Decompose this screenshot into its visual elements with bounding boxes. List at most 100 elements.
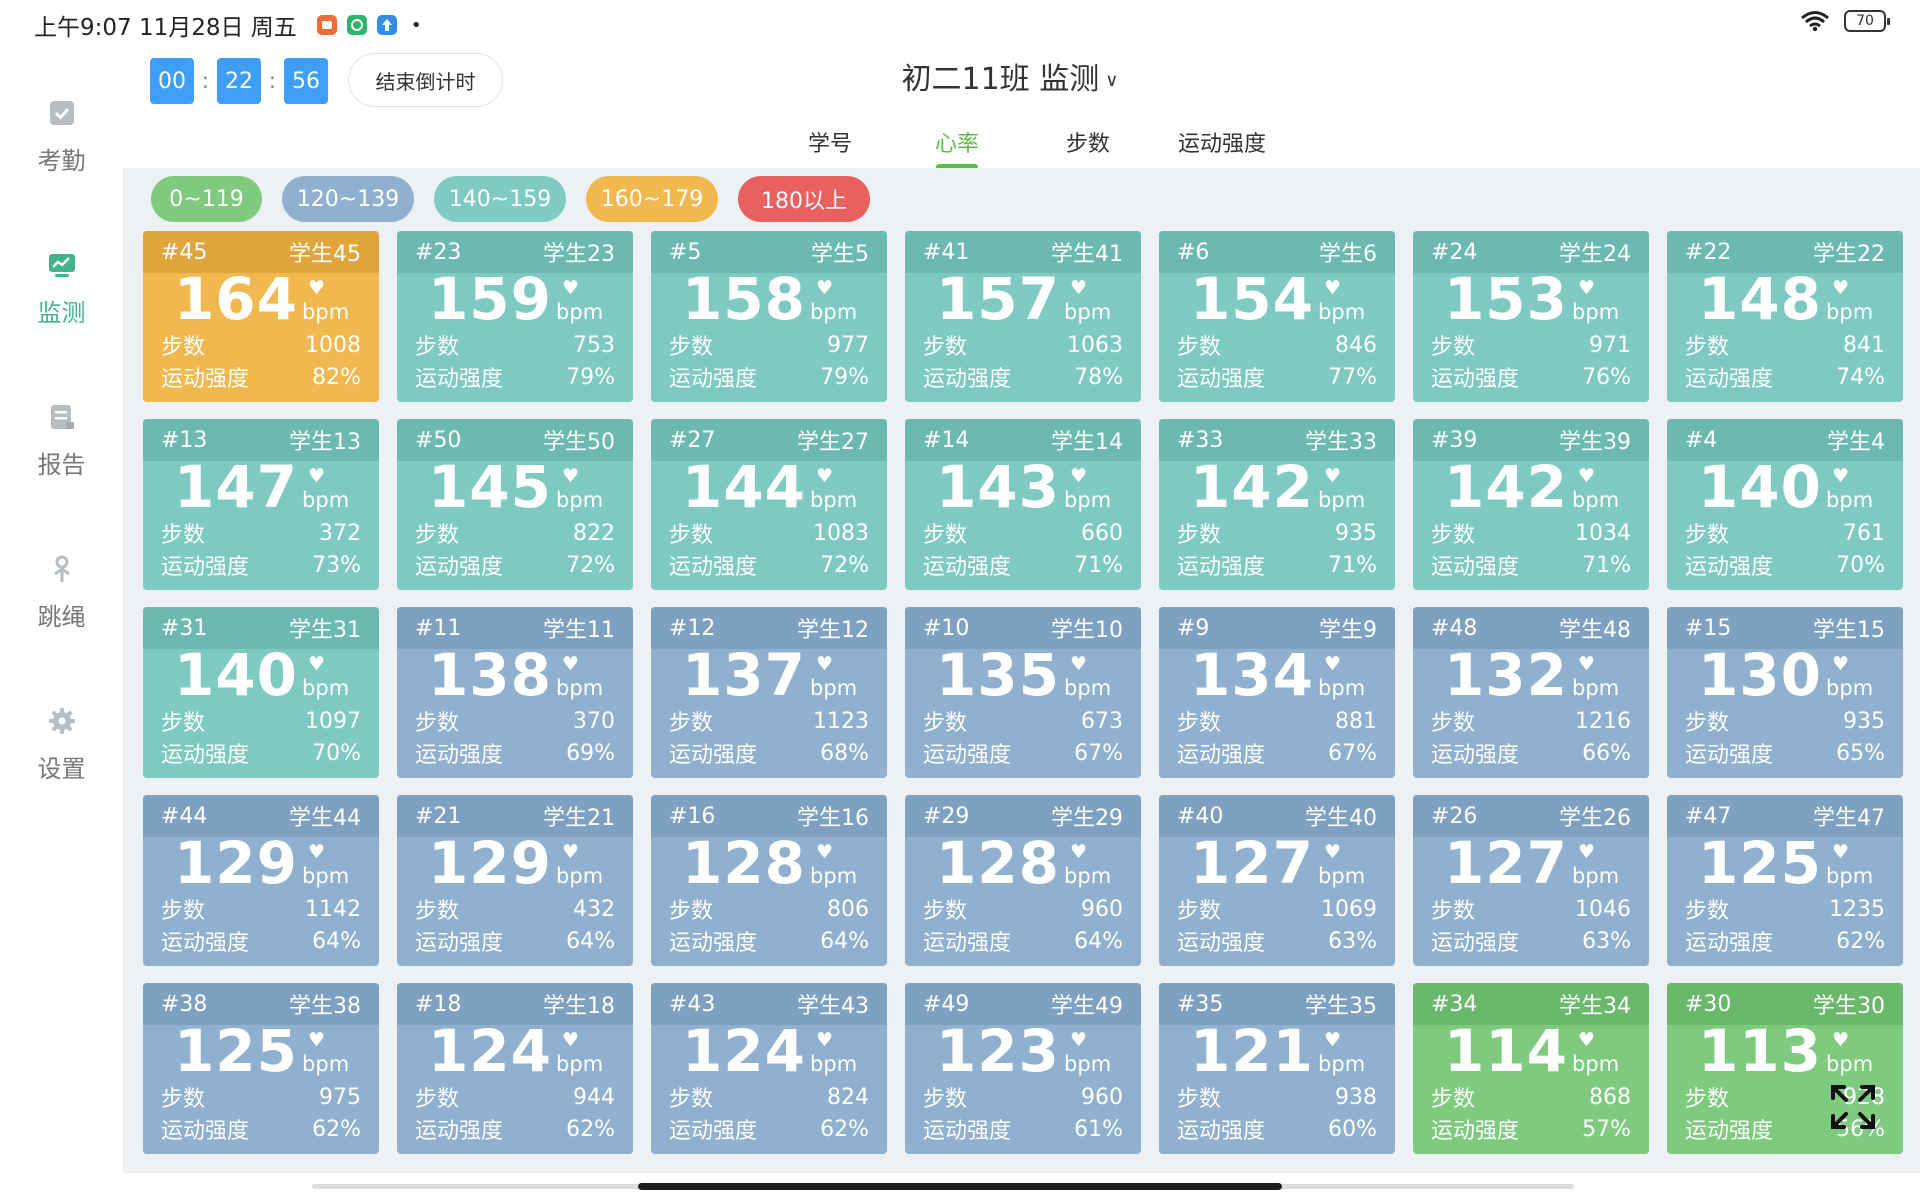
intensity-label: 运动强度	[1177, 931, 1266, 956]
student-card[interactable]: #22 学生22 148 ♥ bpm 步数 841 运动强度 74%	[1667, 231, 1903, 402]
steps-value: 881	[1335, 708, 1377, 734]
student-card[interactable]: #13 学生13 147 ♥ bpm 步数 372 运动强度 73%	[143, 419, 379, 590]
student-number: #35	[1177, 991, 1224, 1017]
student-card[interactable]: #48 学生48 132 ♥ bpm 步数 1216 运动强度 66%	[1413, 607, 1649, 778]
student-card[interactable]: #14 学生14 143 ♥ bpm 步数 660 运动强度 71%	[905, 419, 1141, 590]
student-name: 学生12	[797, 618, 869, 643]
student-card[interactable]: #12 学生12 137 ♥ bpm 步数 1123 运动强度 68%	[651, 607, 887, 778]
tab-intensity[interactable]: 运动强度	[1152, 126, 1292, 170]
heart-rate-unit: ♥ bpm	[556, 837, 603, 893]
student-card[interactable]: #43 学生43 124 ♥ bpm 步数 824 运动强度 62%	[651, 983, 887, 1154]
steps-label: 步数	[669, 899, 714, 924]
heart-rate-unit: ♥ bpm	[1572, 273, 1619, 329]
student-card[interactable]: #44 学生44 129 ♥ bpm 步数 1142 运动强度 64%	[143, 795, 379, 966]
heart-rate-display: 125 ♥ bpm	[1667, 833, 1903, 893]
student-card[interactable]: #34 学生34 114 ♥ bpm 步数 868 运动强度 57%	[1413, 983, 1649, 1154]
tab-steps[interactable]: 步数	[1024, 126, 1152, 170]
heart-rate-display: 144 ♥ bpm	[651, 457, 887, 517]
intensity-label: 运动强度	[415, 743, 504, 768]
heart-icon: ♥	[562, 841, 580, 863]
student-name: 学生31	[289, 618, 361, 643]
scroll-thumb[interactable]	[638, 1183, 1282, 1190]
student-card[interactable]: #6 学生6 154 ♥ bpm 步数 846 运动强度 77%	[1159, 231, 1395, 402]
student-card[interactable]: #10 学生10 135 ♥ bpm 步数 673 运动强度 67%	[905, 607, 1141, 778]
steps-row: 步数 824	[651, 1081, 887, 1113]
steps-row: 步数 1046	[1413, 893, 1649, 925]
steps-label: 步数	[1685, 711, 1730, 736]
sidebar-item-monitor[interactable]: 监测	[0, 212, 123, 364]
student-card[interactable]: #15 学生15 130 ♥ bpm 步数 935 运动强度 65%	[1667, 607, 1903, 778]
student-card[interactable]: #33 学生33 142 ♥ bpm 步数 935 运动强度 71%	[1159, 419, 1395, 590]
student-card[interactable]: #18 学生18 124 ♥ bpm 步数 944 运动强度 62%	[397, 983, 633, 1154]
student-card[interactable]: #45 学生45 164 ♥ bpm 步数 1008 运动强度 82%	[143, 231, 379, 402]
sidebar-item-settings[interactable]: 设置	[0, 668, 123, 820]
heart-rate-value: 129	[173, 829, 299, 897]
student-card[interactable]: #50 学生50 145 ♥ bpm 步数 822 运动强度 72%	[397, 419, 633, 590]
sort-tabs: 学号 心率 步数 运动强度	[770, 126, 1292, 170]
intensity-row: 运动强度 62%	[143, 1113, 379, 1145]
heart-rate-unit: ♥ bpm	[810, 1025, 857, 1081]
steps-row: 步数 846	[1159, 329, 1395, 361]
heart-icon: ♥	[1324, 653, 1342, 675]
student-card[interactable]: #49 学生49 123 ♥ bpm 步数 960 运动强度 61%	[905, 983, 1141, 1154]
bpm-label: bpm	[1318, 676, 1366, 700]
bpm-label: bpm	[810, 676, 858, 700]
heart-rate-unit: ♥ bpm	[1064, 273, 1111, 329]
student-card[interactable]: #9 学生9 134 ♥ bpm 步数 881 运动强度 67%	[1159, 607, 1395, 778]
heart-icon: ♥	[816, 1029, 834, 1051]
intensity-value: 74%	[1836, 364, 1885, 390]
student-card[interactable]: #27 学生27 144 ♥ bpm 步数 1083 运动强度 72%	[651, 419, 887, 590]
student-name: 学生6	[1319, 242, 1377, 267]
heart-rate-display: 132 ♥ bpm	[1413, 645, 1649, 705]
class-selector[interactable]: 初二11班 监测 ∨	[0, 54, 1920, 98]
student-name: 学生39	[1559, 430, 1631, 455]
student-name: 学生26	[1559, 806, 1631, 831]
intensity-value: 70%	[1836, 552, 1885, 578]
bpm-label: bpm	[1318, 1052, 1366, 1076]
fullscreen-icon[interactable]	[1828, 1082, 1878, 1132]
student-card[interactable]: #31 学生31 140 ♥ bpm 步数 1097 运动强度 70%	[143, 607, 379, 778]
heart-rate-value: 135	[935, 641, 1061, 709]
steps-label: 步数	[1685, 1087, 1730, 1112]
heart-icon: ♥	[1070, 653, 1088, 675]
student-card[interactable]: #16 学生16 128 ♥ bpm 步数 806 运动强度 64%	[651, 795, 887, 966]
steps-row: 步数 935	[1159, 517, 1395, 549]
student-card[interactable]: #11 学生11 138 ♥ bpm 步数 370 运动强度 69%	[397, 607, 633, 778]
heart-icon: ♥	[1070, 277, 1088, 299]
student-card[interactable]: #35 学生35 121 ♥ bpm 步数 938 运动强度 60%	[1159, 983, 1395, 1154]
student-card[interactable]: #21 学生21 129 ♥ bpm 步数 432 运动强度 64%	[397, 795, 633, 966]
student-card[interactable]: #47 学生47 125 ♥ bpm 步数 1235 运动强度 62%	[1667, 795, 1903, 966]
student-card[interactable]: #5 学生5 158 ♥ bpm 步数 977 运动强度 79%	[651, 231, 887, 402]
steps-value: 960	[1081, 1084, 1123, 1110]
steps-row: 步数 660	[905, 517, 1141, 549]
student-card[interactable]: #29 学生29 128 ♥ bpm 步数 960 运动强度 64%	[905, 795, 1141, 966]
intensity-value: 76%	[1582, 364, 1631, 390]
intensity-label: 运动强度	[1177, 555, 1266, 580]
tab-heart-rate[interactable]: 心率	[890, 126, 1024, 170]
tab-student-number[interactable]: 学号	[770, 126, 890, 170]
student-name: 学生22	[1813, 242, 1885, 267]
intensity-row: 运动强度 71%	[1413, 549, 1649, 581]
heart-rate-display: 142 ♥ bpm	[1159, 457, 1395, 517]
student-card[interactable]: #39 学生39 142 ♥ bpm 步数 1034 运动强度 71%	[1413, 419, 1649, 590]
student-card[interactable]: #24 学生24 153 ♥ bpm 步数 971 运动强度 76%	[1413, 231, 1649, 402]
bpm-label: bpm	[1572, 864, 1620, 888]
intensity-value: 62%	[1836, 928, 1885, 954]
sidebar-item-report[interactable]: 报告	[0, 364, 123, 516]
heart-rate-value: 143	[935, 453, 1061, 521]
heart-rate-value: 125	[1697, 829, 1823, 897]
student-card[interactable]: #41 学生41 157 ♥ bpm 步数 1063 运动强度 78%	[905, 231, 1141, 402]
heart-rate-unit: ♥ bpm	[302, 1025, 349, 1081]
heart-rate-display: 147 ♥ bpm	[143, 457, 379, 517]
student-card[interactable]: #40 学生40 127 ♥ bpm 步数 1069 运动强度 63%	[1159, 795, 1395, 966]
heart-rate-value: 140	[1697, 453, 1823, 521]
student-card[interactable]: #4 学生4 140 ♥ bpm 步数 761 运动强度 70%	[1667, 419, 1903, 590]
student-number: #16	[669, 803, 716, 829]
student-card[interactable]: #26 学生26 127 ♥ bpm 步数 1046 运动强度 63%	[1413, 795, 1649, 966]
heart-icon: ♥	[562, 653, 580, 675]
intensity-row: 运动强度 78%	[905, 361, 1141, 393]
student-card[interactable]: #23 学生23 159 ♥ bpm 步数 753 运动强度 79%	[397, 231, 633, 402]
student-card[interactable]: #38 学生38 125 ♥ bpm 步数 975 运动强度 62%	[143, 983, 379, 1154]
sidebar-item-jump-rope[interactable]: 跳绳	[0, 516, 123, 668]
sidebar-item-label: 考勤	[37, 146, 86, 175]
